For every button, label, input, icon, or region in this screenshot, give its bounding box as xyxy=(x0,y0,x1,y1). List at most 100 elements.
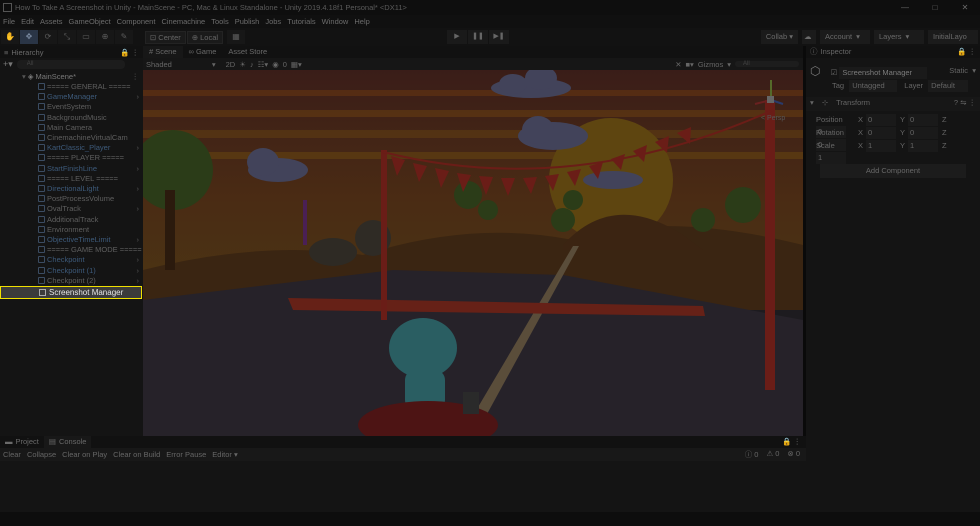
console-count-toggle[interactable]: ⓘ 0 xyxy=(745,449,759,460)
hierarchy-item[interactable]: Main Camera xyxy=(0,123,143,133)
menu-item-assets[interactable]: Assets xyxy=(40,17,63,26)
account-dropdown[interactable]: Account ▾ xyxy=(820,30,870,44)
hierarchy-search-input[interactable]: All xyxy=(16,60,125,69)
add-component-button[interactable]: Add Component xyxy=(820,164,966,178)
pause-button[interactable]: ❚❚ xyxy=(468,30,488,44)
collab-dropdown[interactable]: Collab ▾ xyxy=(760,30,798,44)
scene-viewport[interactable]: < Persp xyxy=(143,70,803,436)
move-tool-button[interactable]: ✥ xyxy=(20,30,38,44)
console-count-toggle[interactable]: ⚠ 0 xyxy=(766,449,779,460)
tab-game[interactable]: ∞ Game xyxy=(183,46,223,58)
hierarchy-item[interactable]: CinemachineVirtualCam xyxy=(0,133,143,143)
menu-item-publish[interactable]: Publish xyxy=(235,17,260,26)
scale-tool-button[interactable]: ⤡ xyxy=(58,30,76,44)
menu-item-cinemachine[interactable]: Cinemachine xyxy=(161,17,205,26)
menu-item-component[interactable]: Component xyxy=(117,17,156,26)
chevron-right-icon[interactable]: › xyxy=(137,92,140,102)
console-button-0[interactable]: Clear xyxy=(3,450,21,459)
field-x-input[interactable]: 1 xyxy=(866,140,897,152)
layers-dropdown[interactable]: Layers ▾ xyxy=(874,30,924,44)
hierarchy-item[interactable]: ===== LEVEL ===== xyxy=(0,174,143,184)
tab-hierarchy[interactable]: ≡ Hierarchy xyxy=(0,46,47,58)
component-menu-icon[interactable]: ? ⇋ ⋮ xyxy=(954,97,976,109)
object-name-field[interactable]: Screenshot Manager xyxy=(839,67,928,79)
grid-snap-button[interactable]: ▦ xyxy=(227,30,246,44)
shading-dropdown[interactable]: Shaded xyxy=(146,60,172,69)
hierarchy-item[interactable]: ===== GENERAL ===== xyxy=(0,82,143,92)
field-y-input[interactable]: 0 xyxy=(908,127,939,139)
hierarchy-item[interactable]: Checkpoint (1) › xyxy=(0,266,143,276)
rect-tool-button[interactable]: ▭ xyxy=(77,30,95,44)
lighting-icon[interactable]: ☀ xyxy=(239,60,246,69)
menu-item-jobs[interactable]: Jobs xyxy=(265,17,281,26)
tab-asset-store[interactable]: Asset Store xyxy=(222,46,273,58)
console-button-2[interactable]: Clear on Play xyxy=(62,450,107,459)
hierarchy-item[interactable]: DirectionalLight › xyxy=(0,184,143,194)
hierarchy-item[interactable]: PostProcessVolume xyxy=(0,194,143,204)
console-button-5[interactable]: Editor ▾ xyxy=(212,450,237,459)
chevron-right-icon[interactable]: › xyxy=(137,184,140,194)
menu-item-tutorials[interactable]: Tutorials xyxy=(287,17,315,26)
hierarchy-item[interactable]: Checkpoint › xyxy=(0,255,143,265)
field-y-input[interactable]: 1 xyxy=(908,140,939,152)
tab-console[interactable]: ▤ Console xyxy=(43,436,92,448)
scene-search-input[interactable]: All xyxy=(735,61,799,67)
console-button-1[interactable]: Collapse xyxy=(27,450,56,459)
menu-item-file[interactable]: File xyxy=(3,17,15,26)
field-x-input[interactable]: 0 xyxy=(866,127,897,139)
selected-hierarchy-item[interactable]: Screenshot Manager xyxy=(0,286,142,299)
tab-project[interactable]: ▬ Project xyxy=(0,436,44,448)
field-z-input[interactable]: 1 xyxy=(816,152,846,164)
create-plus-icon[interactable]: +▾ xyxy=(3,59,13,70)
hierarchy-item[interactable]: StartFinishLine › xyxy=(0,164,143,174)
console-button-3[interactable]: Clear on Build xyxy=(113,450,160,459)
chevron-right-icon[interactable]: › xyxy=(137,204,140,214)
play-button[interactable]: ▶ xyxy=(447,30,467,44)
chevron-right-icon[interactable]: › xyxy=(137,266,140,276)
menu-item-tools[interactable]: Tools xyxy=(211,17,229,26)
layer-dropdown[interactable]: Default xyxy=(928,80,969,92)
hierarchy-item[interactable]: AdditionalTrack xyxy=(0,215,143,225)
tab-inspector[interactable]: ⓘ Inspector 🔒 ⋮ xyxy=(806,46,980,58)
effects-icon[interactable]: ☷▾ xyxy=(258,60,269,69)
2d-toggle[interactable]: 2D xyxy=(226,60,236,69)
tag-dropdown[interactable]: Untagged xyxy=(849,80,898,92)
hierarchy-item[interactable]: Checkpoint (2) › xyxy=(0,276,143,286)
chevron-right-icon[interactable]: › xyxy=(137,255,140,265)
menu-icon[interactable]: ⋮ xyxy=(132,72,140,82)
hierarchy-item[interactable]: ===== GAME MODE ===== xyxy=(0,245,143,255)
space-toggle[interactable]: ⊕ Local xyxy=(186,30,224,44)
hand-tool-button[interactable]: ✋ xyxy=(1,30,19,44)
field-x-input[interactable]: 0 xyxy=(866,114,897,126)
pivot-toggle[interactable]: ⊡ Center xyxy=(145,30,186,44)
custom-tool-button[interactable]: ✎ xyxy=(115,30,133,44)
hierarchy-item[interactable]: GameManager › xyxy=(0,92,143,102)
chevron-right-icon[interactable]: › xyxy=(137,143,140,153)
panel-menu-icon[interactable]: 🔒 ⋮ xyxy=(116,46,143,58)
chevron-right-icon[interactable]: › xyxy=(137,235,140,245)
menu-item-gameobject[interactable]: GameObject xyxy=(69,17,111,26)
console-count-toggle[interactable]: ⊗ 0 xyxy=(787,449,800,460)
gizmos-dropdown[interactable]: Gizmos xyxy=(698,60,723,69)
console-button-4[interactable]: Error Pause xyxy=(166,450,206,459)
active-checkbox[interactable]: ☑ xyxy=(831,68,838,77)
camera-icon[interactable]: ■▾ xyxy=(686,60,694,69)
hierarchy-item[interactable]: BackgroundMusic xyxy=(0,113,143,123)
menu-item-help[interactable]: Help xyxy=(354,17,369,26)
chevron-right-icon[interactable]: › xyxy=(137,276,140,286)
menu-item-window[interactable]: Window xyxy=(322,17,349,26)
transform-header[interactable]: ▾ ⊹ Transform ? ⇋ ⋮ xyxy=(806,97,980,111)
scene-root[interactable]: ▾ ◈ MainScene* ⋮ xyxy=(0,72,143,82)
chevron-right-icon[interactable]: › xyxy=(137,164,140,174)
maximize-button[interactable]: □ xyxy=(920,0,950,15)
transform-tool-button[interactable]: ⊕ xyxy=(96,30,114,44)
minimize-button[interactable]: — xyxy=(890,0,920,15)
layout-dropdown[interactable]: InitialLayo xyxy=(928,30,978,44)
panel-menu-icon[interactable]: 🔒 ⋮ xyxy=(957,46,976,58)
camera-tools-icon[interactable]: ✕ xyxy=(675,60,681,69)
hierarchy-item[interactable]: OvalTrack › xyxy=(0,204,143,214)
hierarchy-item[interactable]: ObjectiveTimeLimit › xyxy=(0,235,143,245)
audio-icon[interactable]: ♪ xyxy=(250,60,254,69)
hierarchy-item[interactable]: ===== PLAYER ===== xyxy=(0,153,143,163)
rotate-tool-button[interactable]: ⟳ xyxy=(39,30,57,44)
